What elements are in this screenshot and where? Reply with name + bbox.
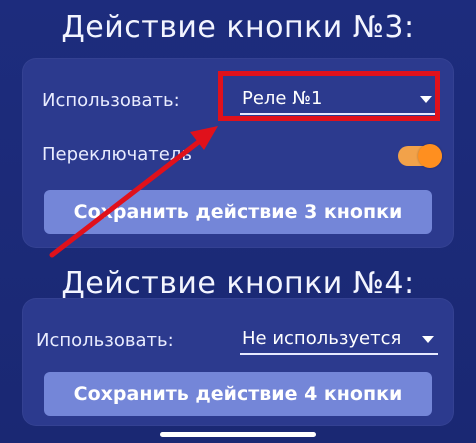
highlight-box: [218, 71, 440, 121]
section-title-button-4: Действие кнопки №4:: [61, 266, 415, 301]
relay-toggle-switch[interactable]: [398, 144, 442, 168]
save-button-4[interactable]: Сохранить действие 4 кнопки: [44, 372, 432, 416]
use-label: Использовать:: [42, 90, 180, 111]
section-title-button-3: Действие кнопки №3:: [61, 10, 415, 45]
caret-down-icon: [422, 336, 434, 343]
button-4-action-card: Использовать: Не используется Сохранить …: [22, 298, 454, 426]
home-indicator[interactable]: [160, 432, 316, 437]
use-label: Использовать:: [36, 330, 174, 351]
use-select-value: Не используется: [242, 328, 402, 349]
toggle-label: Переключатель: [42, 144, 192, 165]
settings-screen: Действие кнопки №3: Использовать: Реле №…: [0, 0, 476, 443]
save-button-3[interactable]: Сохранить действие 3 кнопки: [44, 190, 432, 234]
toggle-knob: [418, 144, 442, 168]
use-select-button-4[interactable]: Не используется: [240, 323, 438, 357]
select-underline: [240, 353, 438, 355]
